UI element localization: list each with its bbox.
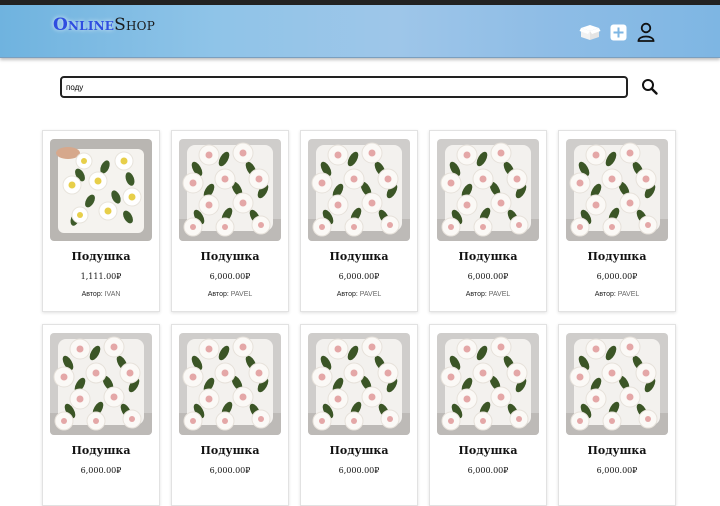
logo-part-online: Online xyxy=(53,15,115,35)
product-title[interactable]: Подушка xyxy=(172,250,288,263)
product-title[interactable]: Подушка xyxy=(559,250,675,263)
pillow-pink-image xyxy=(50,333,152,435)
product-price: 6,000.00₽ xyxy=(209,466,251,475)
author-label: Автор: xyxy=(465,291,487,298)
product-image[interactable] xyxy=(566,333,668,435)
product-price: 6,000.00₽ xyxy=(596,466,638,475)
site-header: OnlineShop xyxy=(0,5,720,58)
product-card[interactable]: Подушка 6,000.00₽ Автор: PAVEL xyxy=(429,130,547,312)
author-label: Автор: xyxy=(336,291,358,298)
product-title[interactable]: Подушка xyxy=(43,444,159,457)
product-price: 6,000.00₽ xyxy=(209,272,251,281)
author-label: Автор: xyxy=(81,291,103,298)
author-name: PAVEL xyxy=(617,291,640,298)
author-label: Автор: xyxy=(207,291,229,298)
pillow-pink-image xyxy=(179,139,281,241)
product-price: 6,000.00₽ xyxy=(467,466,509,475)
search-bar xyxy=(60,76,659,98)
product-image[interactable] xyxy=(437,333,539,435)
pillow-pink-image xyxy=(437,333,539,435)
pillow-pink-image xyxy=(566,333,668,435)
product-image[interactable] xyxy=(179,333,281,435)
product-title[interactable]: Подушка xyxy=(430,250,546,263)
product-card[interactable]: Подушка 6,000.00₽ xyxy=(429,324,547,506)
product-price: 6,000.00₽ xyxy=(80,466,122,475)
product-title[interactable]: Подушка xyxy=(301,444,417,457)
author-label: Автор: xyxy=(594,291,616,298)
product-card[interactable]: Подушка 1,111.00₽ Автор: IVAN xyxy=(42,130,160,312)
product-image[interactable] xyxy=(308,139,410,241)
product-card[interactable]: Подушка 6,000.00₽ Автор: PAVEL xyxy=(558,130,676,312)
author-name: PAVEL xyxy=(359,291,382,298)
product-card[interactable]: Подушка 6,000.00₽ xyxy=(558,324,676,506)
product-image[interactable] xyxy=(566,139,668,241)
product-author: Автор: PAVEL xyxy=(430,291,546,298)
user-icon[interactable] xyxy=(636,22,656,42)
pillow-pink-image xyxy=(308,139,410,241)
product-grid: Подушка 1,111.00₽ Автор: IVAN Подушка 6,… xyxy=(42,130,676,506)
product-image[interactable] xyxy=(50,139,152,241)
pillow-pink-image xyxy=(437,139,539,241)
product-title[interactable]: Подушка xyxy=(301,250,417,263)
product-card[interactable]: Подушка 6,000.00₽ Автор: PAVEL xyxy=(171,130,289,312)
product-title[interactable]: Подушка xyxy=(172,444,288,457)
product-card[interactable]: Подушка 6,000.00₽ xyxy=(300,324,418,506)
header-icons xyxy=(579,22,656,42)
product-price: 1,111.00₽ xyxy=(80,272,122,281)
product-author: Автор: IVAN xyxy=(43,291,159,298)
product-image[interactable] xyxy=(50,333,152,435)
author-name: PAVEL xyxy=(488,291,511,298)
product-price: 6,000.00₽ xyxy=(596,272,638,281)
pillow-pink-image xyxy=(566,139,668,241)
pillow-pink-image xyxy=(179,333,281,435)
product-title[interactable]: Подушка xyxy=(430,444,546,457)
logo-part-shop: Shop xyxy=(114,15,155,35)
pillow-yellow-image xyxy=(50,139,152,241)
pillow-pink-image xyxy=(308,333,410,435)
product-author: Автор: PAVEL xyxy=(172,291,288,298)
product-price: 6,000.00₽ xyxy=(338,466,380,475)
product-title[interactable]: Подушка xyxy=(43,250,159,263)
add-icon[interactable] xyxy=(610,24,627,41)
search-icon[interactable] xyxy=(641,78,659,96)
product-author: Автор: PAVEL xyxy=(559,291,675,298)
logo[interactable]: OnlineShop xyxy=(53,15,155,35)
product-image[interactable] xyxy=(437,139,539,241)
box-icon[interactable] xyxy=(579,23,601,41)
product-card[interactable]: Подушка 6,000.00₽ Автор: PAVEL xyxy=(300,130,418,312)
product-price: 6,000.00₽ xyxy=(467,272,509,281)
author-name: PAVEL xyxy=(230,291,253,298)
product-image[interactable] xyxy=(308,333,410,435)
product-author: Автор: PAVEL xyxy=(301,291,417,298)
product-price: 6,000.00₽ xyxy=(338,272,380,281)
product-card[interactable]: Подушка 6,000.00₽ xyxy=(42,324,160,506)
product-image[interactable] xyxy=(179,139,281,241)
product-title[interactable]: Подушка xyxy=(559,444,675,457)
author-name: IVAN xyxy=(104,291,121,298)
search-input[interactable] xyxy=(60,76,628,98)
product-card[interactable]: Подушка 6,000.00₽ xyxy=(171,324,289,506)
